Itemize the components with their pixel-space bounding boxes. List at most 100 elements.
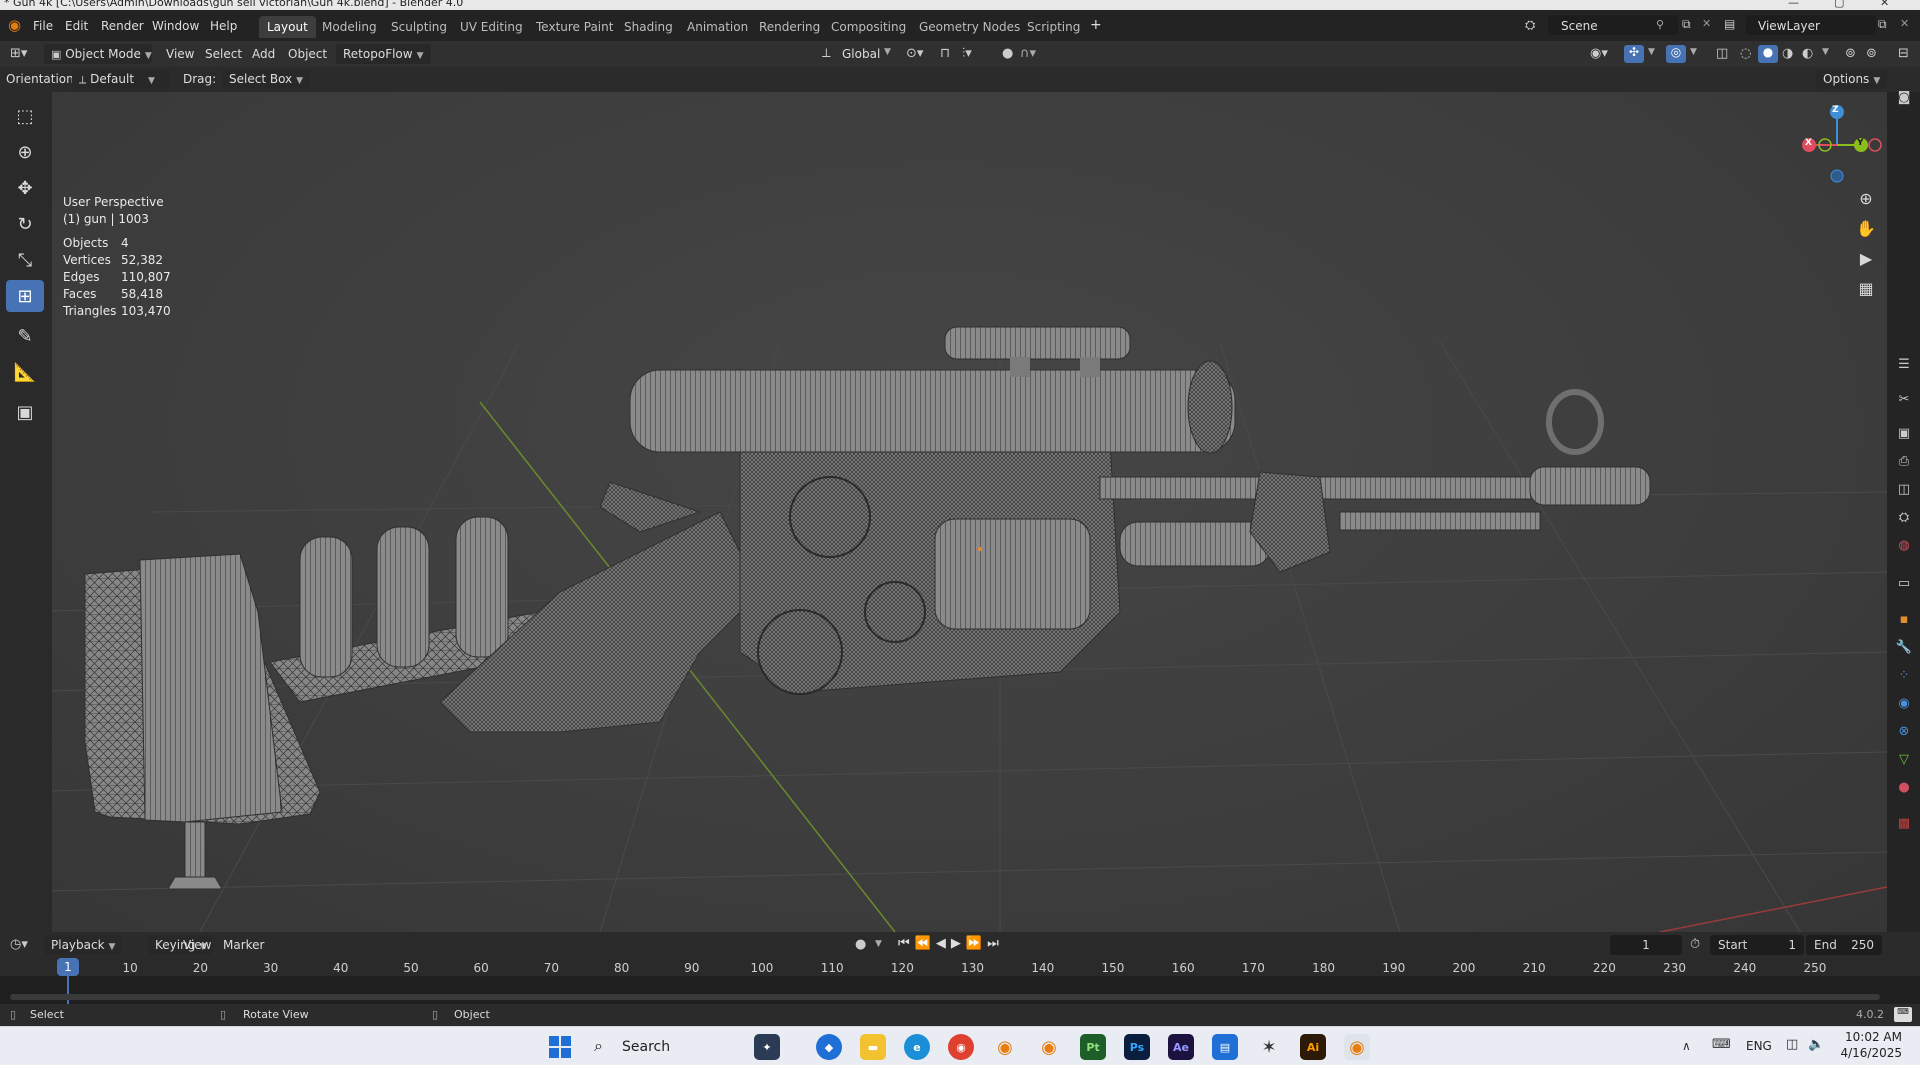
pan-hand-icon[interactable]: ✋ <box>1853 215 1879 241</box>
tab-modeling[interactable]: Modeling <box>314 16 385 38</box>
maximize-icon[interactable]: ▢ <box>1834 0 1844 9</box>
playhead-indicator[interactable]: 1 <box>57 958 79 976</box>
retopoflow-menu[interactable]: RetopoFlow ▼ <box>336 44 431 64</box>
record-icon[interactable]: ● <box>855 937 866 952</box>
menu-view[interactable]: View <box>166 47 194 61</box>
network-icon[interactable]: ◫ <box>1786 1037 1798 1052</box>
particles-icon[interactable]: ⁘ <box>1895 666 1913 684</box>
menu-edit[interactable]: Edit <box>65 19 88 33</box>
visibility-icon[interactable]: ◉▾ <box>1590 46 1608 61</box>
new-viewlayer-icon[interactable]: ⧉ <box>1878 17 1887 32</box>
menu-render[interactable]: Render <box>101 19 144 33</box>
chat-app-icon[interactable]: ◆ <box>816 1034 842 1060</box>
blender-app-icon[interactable]: ◉ <box>992 1034 1018 1060</box>
tab-shading[interactable]: Shading <box>616 16 681 38</box>
menu-select[interactable]: Select <box>205 47 242 61</box>
pivot-point-icon[interactable]: ⊙▾ <box>906 46 923 61</box>
render-properties-icon[interactable]: ▣ <box>1895 424 1913 442</box>
clock-date[interactable]: 4/16/2025 <box>1832 1046 1902 1060</box>
store-app-icon[interactable]: ▤ <box>1212 1034 1238 1060</box>
tab-geometry-nodes[interactable]: Geometry Nodes <box>911 16 1028 38</box>
properties-editor-icon[interactable]: ☰ <box>1895 355 1913 373</box>
collection-properties-icon[interactable]: ▭ <box>1895 574 1913 592</box>
modifier-properties-icon[interactable]: 🔧 <box>1895 638 1913 656</box>
world-properties-icon[interactable]: ◍ <box>1895 536 1913 554</box>
options-button[interactable]: Options ▼ <box>1816 69 1888 89</box>
drag-selector[interactable]: Select Box ▼ <box>222 69 311 89</box>
chevron-down-icon[interactable]: ▼ <box>884 47 891 57</box>
chevron-down-icon[interactable]: ▼ <box>1690 47 1697 57</box>
camera-overlay-icon[interactable]: ⊚ <box>1866 46 1877 61</box>
chevron-down-icon[interactable]: ▼ <box>1822 47 1829 57</box>
snap-target-icon[interactable]: ⫶▾ <box>962 46 972 61</box>
view-layer-icon[interactable]: ◫ <box>1895 480 1913 498</box>
scene-icon[interactable]: ⛭ <box>1525 18 1535 33</box>
blender-logo-icon[interactable]: ◉ <box>8 16 26 34</box>
tab-scripting[interactable]: Scripting <box>1019 16 1088 38</box>
tab-texture-paint[interactable]: Texture Paint <box>528 16 621 38</box>
minimize-icon[interactable]: — <box>1788 0 1799 9</box>
timeline-area[interactable]: 1102030405060708090100110120130140150160… <box>0 958 1920 1004</box>
texture-properties-icon[interactable]: ▩ <box>1895 814 1913 832</box>
annotate-tool-icon[interactable]: ✎ <box>6 320 44 352</box>
viewlayer-icon[interactable]: ▤ <box>1724 17 1735 31</box>
menu-help[interactable]: Help <box>210 19 237 33</box>
timeline-view-menu[interactable]: View <box>183 938 211 952</box>
delete-viewlayer-icon[interactable]: ✕ <box>1900 17 1909 30</box>
current-frame-field[interactable]: 1 <box>1610 935 1682 955</box>
tray-chevron-up-icon[interactable]: ∧ <box>1682 1039 1691 1053</box>
playback-controls[interactable]: ⏮⏪◀▶⏩⏭ <box>898 936 1004 951</box>
taskbar-search[interactable]: ⌕ Search <box>586 1032 716 1062</box>
tab-compositing[interactable]: Compositing <box>823 16 914 38</box>
transform-tool-icon[interactable]: ⊞ <box>6 280 44 312</box>
xray-icon[interactable]: ◫ <box>1716 46 1728 61</box>
scale-tool-icon[interactable]: ⤡ <box>6 244 44 276</box>
menu-file[interactable]: File <box>33 19 53 33</box>
new-scene-icon[interactable]: ⧉ <box>1682 17 1691 32</box>
sidebar-toggle-icon[interactable]: ⊟ <box>1898 46 1909 61</box>
solid-shading-icon[interactable]: ● <box>1758 45 1778 63</box>
clock-time[interactable]: 10:02 AM <box>1840 1030 1902 1044</box>
after-effects-app-icon[interactable]: Ae <box>1168 1034 1194 1060</box>
widget-app-icon[interactable]: ✦ <box>754 1034 780 1060</box>
physics-icon[interactable]: ◉ <box>1895 694 1913 712</box>
playback-menu[interactable]: Playback ▼ <box>44 935 123 955</box>
timeline-scrollbar[interactable] <box>10 994 1880 1000</box>
menu-window[interactable]: Window <box>152 19 199 33</box>
delete-scene-icon[interactable]: ✕ <box>1702 17 1711 30</box>
keyboard-tray-icon[interactable]: ⌨ <box>1712 1037 1731 1052</box>
menu-add[interactable]: Add <box>252 47 275 61</box>
zbrush-app-icon[interactable]: ✶ <box>1256 1034 1282 1060</box>
tab-animation[interactable]: Animation <box>679 16 756 38</box>
file-explorer-icon[interactable]: ▬ <box>860 1034 886 1060</box>
proportional-edit-icon[interactable]: ● <box>1002 46 1013 61</box>
close-window-icon[interactable]: ✕ <box>1880 0 1889 9</box>
snap-icon[interactable]: ⊓ <box>940 46 950 61</box>
navigation-gizmo[interactable]: Z Y X <box>1787 100 1882 190</box>
mode-selector[interactable]: ▣ Object Mode ▼ <box>44 44 152 64</box>
zoom-icon[interactable]: ⊕ <box>1853 185 1879 211</box>
select-box-tool-icon[interactable]: ⬚ <box>6 100 44 132</box>
camera-view-icon[interactable]: ▶ <box>1853 245 1879 271</box>
overlays-toggle-icon[interactable]: ◎ <box>1666 45 1686 63</box>
chevron-down-icon[interactable]: ▼ <box>1648 47 1655 57</box>
wireframe-shading-icon[interactable]: ◌ <box>1740 46 1751 61</box>
measure-tool-icon[interactable]: 📐 <box>6 356 44 388</box>
end-frame-field[interactable]: End 250 <box>1806 935 1882 955</box>
orientation-selector[interactable]: ⟂ Default ▼ <box>72 69 170 89</box>
blender-active-app-icon[interactable]: ◉ <box>1344 1034 1370 1060</box>
painter-app-icon[interactable]: Pt <box>1080 1034 1106 1060</box>
material-shading-icon[interactable]: ◑ <box>1782 46 1793 61</box>
photoshop-app-icon[interactable]: Ps <box>1124 1034 1150 1060</box>
tab-uv-editing[interactable]: UV Editing <box>452 16 531 38</box>
edge-browser-icon[interactable]: e <box>904 1034 930 1060</box>
rotate-tool-icon[interactable]: ↻ <box>6 208 44 240</box>
gizmo-toggle-icon[interactable]: ✣ <box>1624 45 1644 63</box>
scene-properties-icon[interactable]: ⛭ <box>1895 508 1913 526</box>
blender-app-icon-2[interactable]: ◉ <box>1036 1034 1062 1060</box>
perspective-grid-icon[interactable]: ▦ <box>1853 275 1879 301</box>
illustrator-app-icon[interactable]: Ai <box>1300 1034 1326 1060</box>
start-frame-field[interactable]: Start 1 <box>1710 935 1804 955</box>
menu-object[interactable]: Object <box>288 47 327 61</box>
camera-icon[interactable]: ◙ <box>1895 88 1913 106</box>
